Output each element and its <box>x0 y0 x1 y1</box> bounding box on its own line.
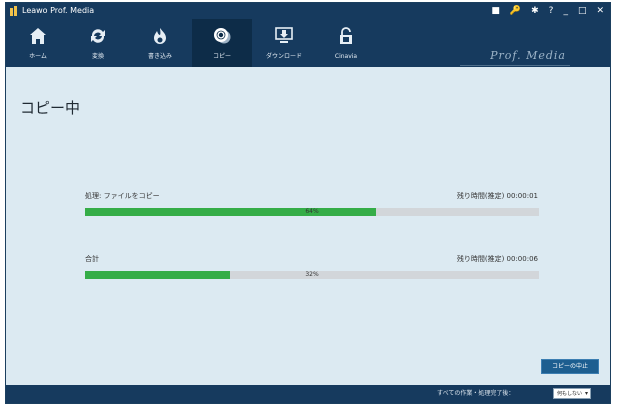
app-logo-icon <box>10 6 17 16</box>
settings-gear-icon[interactable]: ✱ <box>531 5 539 17</box>
convert-icon <box>91 29 105 43</box>
minimize-icon[interactable]: _ <box>563 5 568 17</box>
app-title: Leawo Prof. Media <box>22 6 95 15</box>
cinavia-icon <box>340 27 352 44</box>
total-task-label: 合計 <box>85 255 99 263</box>
tab-convert-label: 変換 <box>91 53 104 60</box>
help-icon[interactable]: ? <box>549 5 554 17</box>
progress-percent: 32% <box>305 271 319 278</box>
tab-copy[interactable]: コピー <box>192 19 252 67</box>
tab-home[interactable]: ホーム <box>8 19 68 67</box>
after-completion-label: すべての作業・処理完了後： <box>437 390 515 397</box>
app-window: Leawo Prof. Media ■ 🔑 ✱ ? _ □ ✕ ホーム 変換 書… <box>5 2 611 404</box>
tab-cinavia-label: Cinavia <box>334 53 358 60</box>
window-controls: ■ 🔑 ✱ ? _ □ ✕ <box>491 5 604 17</box>
tab-home-label: ホーム <box>29 53 47 60</box>
tab-download-label: ダウンロード <box>265 53 302 60</box>
total-progress-bar: 32% <box>85 271 539 279</box>
after-completion-value: 何もしない <box>557 391 583 397</box>
close-icon[interactable]: ✕ <box>596 5 604 17</box>
copy-progress-panel: コピー中 処理: ファイルをコピー 残り時間(推定) 00:00:01 64% … <box>6 67 610 387</box>
burn-icon <box>154 28 166 44</box>
current-task-time-remaining: 残り時間(推定) 00:00:01 <box>456 192 538 200</box>
key-icon[interactable]: 🔑 <box>510 5 521 17</box>
title-bar[interactable]: Leawo Prof. Media ■ 🔑 ✱ ? _ □ ✕ <box>6 3 610 19</box>
tab-cinavia[interactable]: Cinavia <box>316 19 376 67</box>
tab-burn[interactable]: 書き込み <box>130 19 190 67</box>
page-title: コピー中 <box>20 99 81 117</box>
copy-disc-icon <box>214 28 231 44</box>
maximize-icon[interactable]: □ <box>578 5 587 17</box>
status-footer: すべての作業・処理完了後： 何もしない ▾ <box>6 385 610 403</box>
after-completion-select[interactable]: 何もしない ▾ <box>553 388 591 399</box>
download-icon <box>275 27 293 43</box>
stop-copy-button[interactable]: コピーの中止 <box>541 359 599 374</box>
brand-underline <box>460 65 570 66</box>
tab-copy-label: コピー <box>212 53 231 60</box>
tab-download[interactable]: ダウンロード <box>254 19 314 67</box>
brand-logo: Prof. Media <box>490 49 566 62</box>
home-icon <box>30 28 46 44</box>
current-task-label: 処理: ファイルをコピー <box>85 192 160 200</box>
chat-icon[interactable]: ■ <box>491 5 500 17</box>
nav-toolbar: ホーム 変換 書き込み コピー ダウンロード Cinavia Prof. Med… <box>6 19 610 67</box>
chevron-down-icon: ▾ <box>584 390 588 397</box>
current-task-progress-bar: 64% <box>85 208 539 216</box>
tab-convert[interactable]: 変換 <box>68 19 128 67</box>
total-task-time-remaining: 残り時間(推定) 00:00:06 <box>456 255 538 263</box>
progress-percent: 64% <box>305 208 319 215</box>
tab-burn-label: 書き込み <box>147 53 172 60</box>
